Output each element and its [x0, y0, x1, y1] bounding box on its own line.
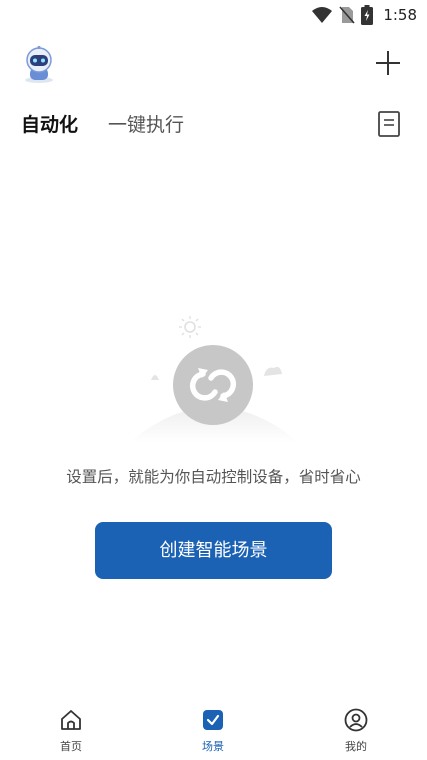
header — [0, 40, 427, 88]
tab-automation[interactable]: 自动化 — [21, 110, 78, 137]
battery-charging-icon — [361, 5, 374, 25]
document-icon — [378, 111, 400, 137]
empty-state-text: 设置后，就能为你自动控制设备，省时省心 — [66, 468, 361, 486]
nav-label-home: 首页 — [60, 740, 82, 753]
status-icons: 1:58 — [311, 4, 417, 26]
log-button[interactable] — [377, 110, 401, 138]
plus-icon — [376, 51, 400, 75]
nav-label-mine: 我的 — [345, 740, 367, 753]
home-icon — [61, 710, 81, 730]
scene-check-icon — [203, 710, 223, 730]
avatar[interactable] — [19, 44, 59, 84]
add-button[interactable] — [373, 48, 403, 78]
nav-item-scene[interactable]: 场景 — [173, 708, 253, 758]
status-bar: 1:58 — [0, 0, 427, 30]
empty-state-illustration — [126, 312, 302, 448]
tab-one-tap[interactable]: 一键执行 — [108, 110, 184, 137]
no-sim-icon — [339, 6, 355, 24]
bottom-nav: 首页 场景 我的 — [0, 700, 427, 760]
profile-icon — [344, 708, 368, 732]
loop-icon — [130, 316, 298, 442]
wifi-icon — [312, 7, 333, 23]
status-time: 1:58 — [383, 6, 417, 24]
create-scene-button[interactable]: 创建智能场景 — [95, 522, 332, 579]
nav-item-home[interactable]: 首页 — [31, 708, 111, 758]
robot-avatar-icon — [25, 46, 53, 83]
nav-item-mine[interactable]: 我的 — [316, 708, 396, 758]
scene-tabs: 自动化 一键执行 — [0, 104, 427, 144]
nav-label-scene: 场景 — [202, 740, 224, 753]
